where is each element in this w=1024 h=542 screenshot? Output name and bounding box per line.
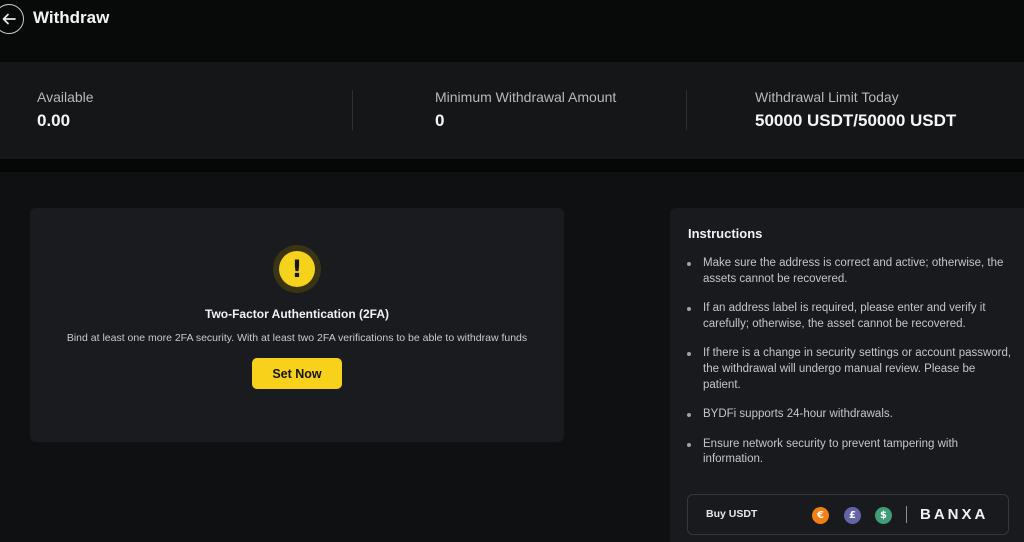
available-value: 0.00 bbox=[37, 111, 71, 130]
limit-value: 50000 USDT/50000 USDT bbox=[755, 111, 957, 130]
arrow-left-icon bbox=[2, 13, 16, 25]
instructions-title: Instructions bbox=[688, 226, 763, 241]
twofa-description: Bind at least one more 2FA security. Wit… bbox=[66, 332, 528, 344]
pound-icon: £ bbox=[844, 507, 861, 524]
instruction-item: Make sure the address is correct and act… bbox=[686, 256, 1012, 287]
twofa-card: ! Two-Factor Authentication (2FA) Bind a… bbox=[30, 208, 564, 442]
page-title: Withdraw bbox=[33, 8, 110, 27]
instruction-item: If an address label is required, please … bbox=[686, 301, 1012, 332]
instructions-list: Make sure the address is correct and act… bbox=[686, 256, 1012, 482]
buy-divider bbox=[906, 506, 907, 523]
limit-label: Withdrawal Limit Today bbox=[755, 89, 899, 105]
available-label: Available bbox=[37, 89, 94, 105]
instructions-panel: Instructions Make sure the address is co… bbox=[670, 208, 1024, 542]
top-bar: Withdraw bbox=[0, 0, 1024, 62]
section-gap bbox=[0, 159, 1024, 172]
banxa-logo: BANXA bbox=[920, 506, 989, 523]
buy-usdt-banxa-button[interactable]: Buy USDT € £ $ BANXA bbox=[687, 494, 1009, 535]
stat-divider bbox=[686, 90, 687, 130]
back-button[interactable] bbox=[0, 4, 24, 34]
buy-label: Buy USDT bbox=[706, 508, 758, 520]
instruction-item: Ensure network security to prevent tampe… bbox=[686, 437, 1012, 468]
withdraw-stats-bar: Available 0.00 Minimum Withdrawal Amount… bbox=[0, 62, 1024, 159]
minimum-label: Minimum Withdrawal Amount bbox=[435, 89, 617, 105]
main-content: ! Two-Factor Authentication (2FA) Bind a… bbox=[0, 172, 1024, 542]
twofa-title: Two-Factor Authentication (2FA) bbox=[205, 307, 389, 321]
minimum-value: 0 bbox=[435, 111, 445, 130]
dollar-icon: $ bbox=[875, 507, 892, 524]
stat-divider bbox=[352, 90, 353, 130]
instruction-item: If there is a change in security setting… bbox=[686, 346, 1012, 393]
set-now-button[interactable]: Set Now bbox=[252, 358, 342, 389]
euro-icon: € bbox=[812, 507, 829, 524]
instruction-item: BYDFi supports 24-hour withdrawals. bbox=[686, 407, 1012, 423]
exclamation-warning-icon: ! bbox=[273, 245, 321, 293]
